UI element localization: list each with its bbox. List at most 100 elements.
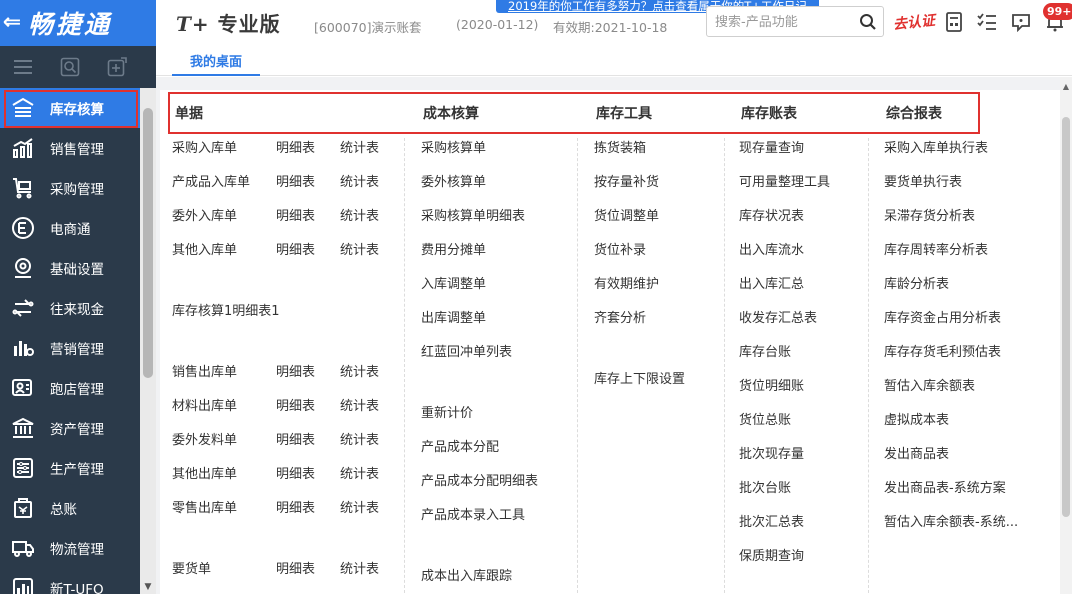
summary-report-link[interactable]: 统计表: [340, 137, 379, 156]
sidebar-item-ecommerce[interactable]: 电商通: [0, 208, 140, 248]
detail-report-link[interactable]: 明细表: [276, 361, 315, 380]
doc-link[interactable]: 材料出库单: [172, 395, 237, 414]
report-link[interactable]: 虚拟成本表: [884, 409, 949, 428]
report-link[interactable]: 呆滞存货分析表: [884, 205, 975, 224]
ledger-link[interactable]: 现存量查询: [739, 137, 804, 156]
ledger-link[interactable]: 出入库流水: [739, 239, 804, 258]
ledger-link[interactable]: 库存台账: [739, 341, 791, 360]
cost-link[interactable]: 采购核算单明细表: [421, 205, 525, 224]
content-scrollbar[interactable]: ▲: [1060, 77, 1072, 594]
doc-link[interactable]: 要货单: [172, 558, 211, 577]
tool-link[interactable]: 货位补录: [594, 239, 646, 258]
tool-link[interactable]: 齐套分析: [594, 307, 646, 326]
ledger-link[interactable]: 库存状况表: [739, 205, 804, 224]
sidebar-item-inventory-accounting[interactable]: 库存核算: [0, 88, 140, 128]
detail-report-link[interactable]: 明细表: [276, 497, 315, 516]
sidebar-item-marketing[interactable]: 营销管理: [0, 328, 140, 368]
report-link[interactable]: 暂估入库余额表: [884, 375, 975, 394]
customize-icon[interactable]: [106, 56, 128, 78]
report-link[interactable]: 暂估入库余额表-系统...: [884, 511, 1018, 530]
search-input[interactable]: [715, 12, 855, 32]
message-icon[interactable]: [1010, 11, 1032, 33]
doc-link[interactable]: 其他出库单: [172, 463, 237, 482]
detail-report-link[interactable]: 明细表: [276, 558, 315, 577]
tool-link[interactable]: 有效期维护: [594, 273, 659, 292]
cost-link[interactable]: 产品成本分配明细表: [421, 470, 538, 489]
sidebar-item-basic-settings[interactable]: 基础设置: [0, 248, 140, 288]
search-icon[interactable]: [859, 13, 877, 31]
cost-link[interactable]: 采购核算单: [421, 137, 486, 156]
report-link[interactable]: 要货单执行表: [884, 171, 962, 190]
doc-link[interactable]: 零售出库单: [172, 497, 237, 516]
cost-link[interactable]: 费用分摊单: [421, 239, 486, 258]
tool-link[interactable]: 按存量补货: [594, 171, 659, 190]
cost-link[interactable]: 红蓝回冲单列表: [421, 341, 512, 360]
tool-link[interactable]: 拣货装箱: [594, 137, 646, 156]
summary-report-link[interactable]: 统计表: [340, 239, 379, 258]
ledger-link[interactable]: 保质期查询: [739, 545, 804, 564]
detail-report-link[interactable]: 明细表: [276, 239, 315, 258]
tool-link[interactable]: 货位调整单: [594, 205, 659, 224]
sidebar-scrollbar[interactable]: ▼: [140, 88, 156, 594]
cost-link[interactable]: 入库调整单: [421, 273, 486, 292]
detail-report-link[interactable]: 明细表: [276, 463, 315, 482]
sidebar-item-production[interactable]: 生产管理: [0, 448, 140, 488]
cost-link[interactable]: 重新计价: [421, 402, 473, 421]
search-menu-icon[interactable]: [59, 56, 81, 78]
ledger-link[interactable]: 批次现存量: [739, 443, 804, 462]
scroll-up-icon[interactable]: ▲: [1060, 81, 1072, 93]
sidebar-item-store-visit[interactable]: 跑店管理: [0, 368, 140, 408]
ledger-link[interactable]: 批次汇总表: [739, 511, 804, 530]
report-link[interactable]: 库存存货毛利预估表: [884, 341, 1001, 360]
doc-link[interactable]: 库存核算1明细表1: [172, 300, 280, 319]
doc-link[interactable]: 委外发料单: [172, 429, 237, 448]
report-link[interactable]: 库存周转率分析表: [884, 239, 988, 258]
ledger-link[interactable]: 可用量整理工具: [739, 171, 830, 190]
detail-report-link[interactable]: 明细表: [276, 137, 315, 156]
summary-report-link[interactable]: 统计表: [340, 558, 379, 577]
ledger-link[interactable]: 收发存汇总表: [739, 307, 817, 326]
calculator-icon[interactable]: [943, 11, 965, 33]
report-link[interactable]: 库龄分析表: [884, 273, 949, 292]
back-arrow-icon[interactable]: ⇐: [0, 0, 24, 46]
cost-link[interactable]: 委外核算单: [421, 171, 486, 190]
sidebar-item-cash[interactable]: 往来现金: [0, 288, 140, 328]
ledger-link[interactable]: 货位总账: [739, 409, 791, 428]
summary-report-link[interactable]: 统计表: [340, 463, 379, 482]
scroll-down-icon[interactable]: ▼: [140, 580, 156, 594]
summary-report-link[interactable]: 统计表: [340, 361, 379, 380]
detail-report-link[interactable]: 明细表: [276, 171, 315, 190]
menu-list-icon[interactable]: [12, 56, 34, 78]
checklist-icon[interactable]: [976, 11, 998, 33]
doc-link[interactable]: 其他入库单: [172, 239, 237, 258]
sidebar-scroll-thumb[interactable]: [143, 108, 153, 378]
detail-report-link[interactable]: 明细表: [276, 205, 315, 224]
doc-link[interactable]: 采购入库单: [172, 137, 237, 156]
sidebar-item-t-ufo[interactable]: 新T-UFO: [0, 568, 140, 594]
ledger-link[interactable]: 货位明细账: [739, 375, 804, 394]
report-link[interactable]: 采购入库单执行表: [884, 137, 988, 156]
detail-report-link[interactable]: 明细表: [276, 395, 315, 414]
tool-link[interactable]: 库存上下限设置: [594, 368, 685, 387]
ledger-link[interactable]: 批次台账: [739, 477, 791, 496]
summary-report-link[interactable]: 统计表: [340, 205, 379, 224]
sidebar-item-sales[interactable]: 销售管理: [0, 128, 140, 168]
cost-link[interactable]: 产品成本录入工具: [421, 504, 525, 523]
sidebar-item-general-ledger[interactable]: 总账: [0, 488, 140, 528]
summary-report-link[interactable]: 统计表: [340, 497, 379, 516]
cost-link[interactable]: 出库调整单: [421, 307, 486, 326]
summary-report-link[interactable]: 统计表: [340, 429, 379, 448]
detail-report-link[interactable]: 明细表: [276, 429, 315, 448]
certify-link[interactable]: 去认证: [892, 10, 936, 34]
cost-link[interactable]: 产品成本分配: [421, 436, 499, 455]
content-scroll-thumb[interactable]: [1062, 117, 1070, 517]
sidebar-item-logistics[interactable]: 物流管理: [0, 528, 140, 568]
ledger-link[interactable]: 出入库汇总: [739, 273, 804, 292]
summary-report-link[interactable]: 统计表: [340, 171, 379, 190]
sidebar-item-purchase[interactable]: 采购管理: [0, 168, 140, 208]
report-link[interactable]: 发出商品表: [884, 443, 949, 462]
summary-report-link[interactable]: 统计表: [340, 395, 379, 414]
doc-link[interactable]: 产成品入库单: [172, 171, 250, 190]
doc-link[interactable]: 销售出库单: [172, 361, 237, 380]
tab-my-desktop[interactable]: 我的桌面: [172, 46, 260, 76]
